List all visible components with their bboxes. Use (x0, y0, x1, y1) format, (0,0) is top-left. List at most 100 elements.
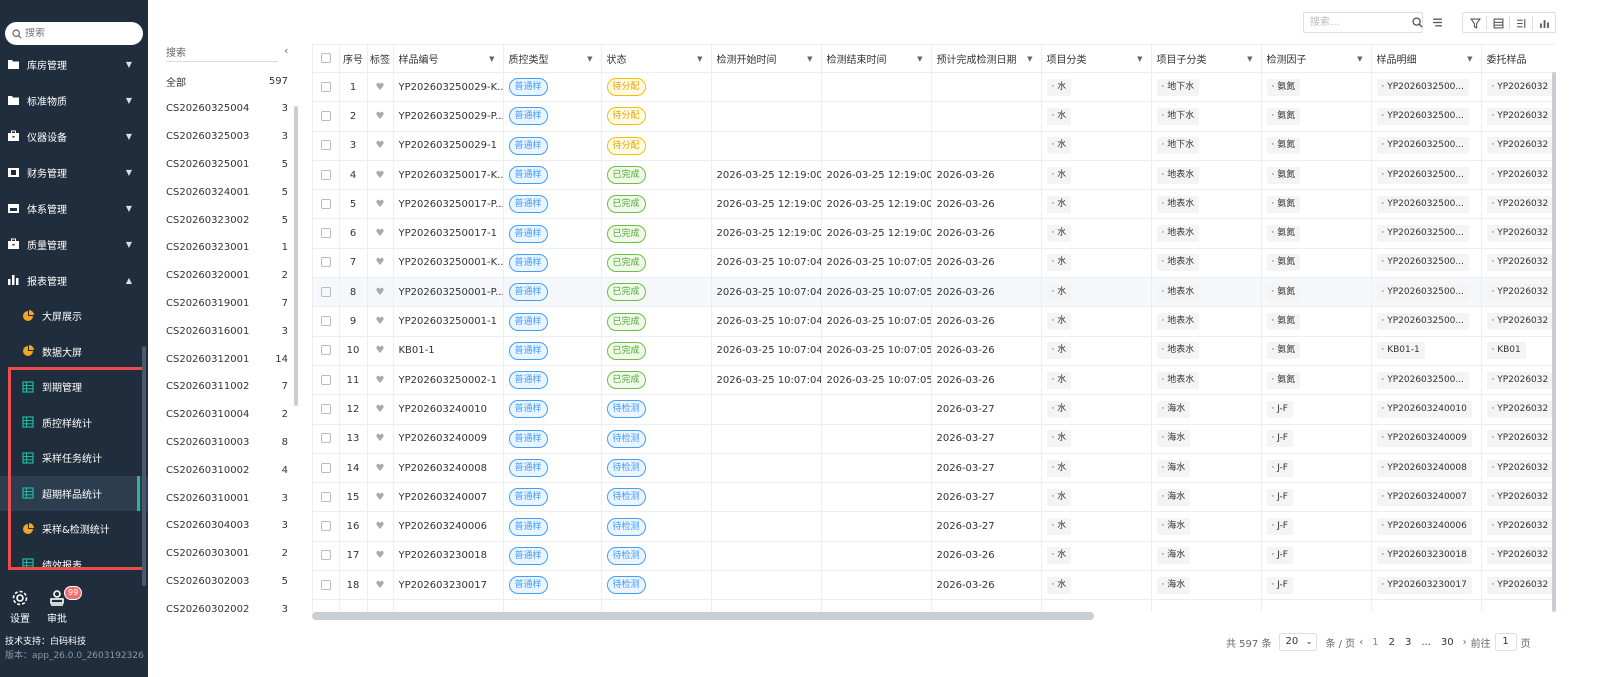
table-row[interactable]: 12 ♥ YP202603240010 普通样 待检测 2026-03-27 · 水 · 海水… (313, 394, 1556, 425)
sort-caret-icon[interactable]: ▼ (1357, 55, 1362, 63)
batch-list-item[interactable]: CS20260302003 5 (166, 571, 288, 591)
tag-icon[interactable]: ♥ (376, 140, 385, 151)
row-checkbox[interactable] (320, 550, 331, 561)
table-horizontal-scrollbar[interactable] (312, 612, 1094, 620)
menu-item-1[interactable]: 标准物质 ▼ (0, 82, 148, 118)
page-number[interactable]: 30 (1441, 637, 1454, 648)
submenu-item-4[interactable]: 采样任务统计 (0, 440, 148, 476)
tag-icon[interactable]: ♥ (376, 463, 385, 474)
sort-caret-icon[interactable]: ▼ (917, 55, 922, 63)
next-page-button[interactable]: › (1463, 637, 1467, 648)
sort-caret-icon[interactable]: ▼ (807, 55, 812, 63)
table-vertical-scrollbar[interactable] (1552, 72, 1556, 612)
approval-button[interactable]: 99 审批 (37, 586, 83, 625)
submenu-item-6[interactable]: 采样&检测统计 (0, 511, 148, 547)
tag-icon[interactable]: ♥ (376, 170, 385, 181)
tag-icon[interactable]: ♥ (376, 287, 385, 298)
tag-icon[interactable]: ♥ (376, 228, 385, 239)
col-header[interactable]: 样品编号 ▼ (393, 44, 504, 73)
batch-list-item[interactable]: CS20260320001 2 (166, 266, 288, 286)
filter-button[interactable] (1465, 13, 1485, 34)
table-row[interactable]: 18 ♥ YP202603230017 普通样 待检测 2026-03-26 · 水 · 海水… (313, 570, 1556, 601)
table-row[interactable]: 14 ♥ YP202603240008 普通样 待检测 2026-03-27 · 水 · 海水… (313, 453, 1556, 484)
sort-button[interactable] (1511, 13, 1531, 34)
row-checkbox[interactable] (320, 462, 331, 473)
tag-icon[interactable]: ♥ (376, 199, 385, 210)
batch-list-item[interactable]: CS20260325001 5 (166, 154, 288, 174)
tag-icon[interactable]: ♥ (376, 580, 385, 591)
table-row[interactable]: 3 ♥ YP202603250029-1 普通样 待分配 · 水 · 地下水 · 氨氮 · YP… (313, 131, 1556, 161)
submenu-item-3[interactable]: 质控样统计 (0, 405, 148, 441)
row-checkbox[interactable] (320, 316, 331, 327)
sort-caret-icon[interactable]: ▼ (489, 55, 494, 63)
batch-list-item[interactable]: CS20260325003 3 (166, 127, 288, 147)
col-header[interactable]: 检测开始时间 ▼ (711, 44, 822, 73)
row-checkbox[interactable] (320, 110, 331, 121)
col-header[interactable]: 项目分类 ▼ (1041, 44, 1152, 73)
table-row[interactable]: 2 ♥ YP202603250029-P... 普通样 待分配 · 水 · 地下水 · 氨氮 ·… (313, 101, 1556, 132)
row-checkbox[interactable] (320, 579, 331, 590)
tag-icon[interactable]: ♥ (376, 375, 385, 386)
tag-icon[interactable]: ♥ (376, 111, 385, 122)
table-row[interactable]: 9 ♥ YP202603250001-1 普通样 已完成 2026-03-25 10:07… (313, 306, 1556, 337)
row-checkbox[interactable] (320, 257, 331, 268)
prev-page-button[interactable]: ‹ (1359, 637, 1363, 648)
tag-icon[interactable]: ♥ (376, 82, 385, 93)
tag-icon[interactable]: ♥ (376, 433, 385, 444)
search-button[interactable] (1407, 12, 1427, 33)
table-row[interactable]: 7 ♥ YP202603250001-K... 普通样 已完成 2026-03-25 10… (313, 248, 1556, 279)
table-row[interactable]: 6 ♥ YP202603250017-1 普通样 已完成 2026-03-25 12:19… (313, 218, 1556, 249)
batch-list-item[interactable]: CS20260310002 4 (166, 460, 288, 480)
row-checkbox[interactable] (320, 521, 331, 532)
menu-item-3[interactable]: 财务管理 ▼ (0, 154, 148, 190)
batch-list-scrollbar[interactable] (294, 106, 298, 406)
tag-icon[interactable]: ♥ (376, 404, 385, 415)
batch-list-item[interactable]: CS20260324001 5 (166, 182, 288, 202)
layout-button[interactable] (1488, 13, 1508, 34)
table-row[interactable]: 4 ♥ YP202603250017-K... 普通样 已完成 2026-03-25 12… (313, 160, 1556, 191)
menu-item-2[interactable]: 仪器设备 ▼ (0, 118, 148, 154)
table-row[interactable]: 16 ♥ YP202603240006 普通样 待检测 2026-03-27 · 水 · 海水… (313, 511, 1556, 542)
menu-item-4[interactable]: 体系管理 ▼ (0, 190, 148, 226)
batch-list-item[interactable]: CS20260319001 7 (166, 293, 288, 313)
sidebar-search-input[interactable] (25, 28, 135, 39)
row-checkbox[interactable] (320, 345, 331, 356)
sort-caret-icon[interactable]: ▼ (587, 55, 592, 63)
submenu-item-7[interactable]: 绩效报表 (0, 547, 148, 583)
batch-list-item[interactable]: CS20260312001 14 (166, 349, 288, 369)
submenu-item-2[interactable]: 到期管理 (0, 369, 148, 405)
batch-list-item[interactable]: CS20260325004 3 (166, 99, 288, 119)
tag-icon[interactable]: ♥ (376, 345, 385, 356)
col-header[interactable]: 状态 ▼ (601, 44, 712, 73)
row-checkbox[interactable] (320, 228, 331, 239)
advanced-search-button[interactable] (1427, 12, 1447, 33)
table-row[interactable]: 13 ♥ YP202603240009 普通样 待检测 2026-03-27 · 水 · 海水… (313, 424, 1556, 454)
row-checkbox[interactable] (320, 169, 331, 180)
row-checkbox[interactable] (320, 403, 331, 414)
collapse-icon[interactable]: ‹ (284, 44, 288, 57)
chart-button[interactable] (1534, 13, 1554, 34)
submenu-item-0[interactable]: 大屏展示 (0, 298, 148, 334)
row-checkbox[interactable] (320, 491, 331, 502)
tag-icon[interactable]: ♥ (376, 316, 385, 327)
tag-icon[interactable]: ♥ (376, 521, 385, 532)
tag-icon[interactable]: ♥ (376, 550, 385, 561)
settings-button[interactable]: 设置 (0, 586, 40, 625)
table-row[interactable]: 17 ♥ YP202603230018 普通样 待检测 2026-03-26 · 水 · 海水… (313, 541, 1556, 572)
sidebar-scrollbar[interactable] (142, 346, 146, 586)
table-row[interactable]: 8 ♥ YP202603250001-P... 普通样 已完成 2026-03-25 10… (313, 277, 1556, 308)
row-checkbox[interactable] (320, 374, 331, 385)
tag-icon[interactable]: ♥ (376, 492, 385, 503)
page-number[interactable]: 2 (1389, 637, 1395, 648)
page-number[interactable]: 1 (1372, 637, 1378, 648)
row-checkbox[interactable] (320, 140, 331, 151)
select-all-checkbox[interactable] (320, 53, 331, 63)
table-row[interactable] (313, 599, 1556, 612)
sidebar-search[interactable] (5, 22, 143, 45)
goto-page-input[interactable]: 1 (1494, 633, 1517, 651)
col-header[interactable]: 委托样品 (1481, 44, 1556, 73)
batch-list-item[interactable]: CS20260311002 7 (166, 377, 288, 397)
col-header[interactable]: 预计完成检测日期 ▼ (931, 44, 1042, 73)
table-row[interactable]: 5 ♥ YP202603250017-P... 普通样 已完成 2026-03-25 12… (313, 189, 1556, 220)
col-header[interactable]: 质控类型 ▼ (503, 44, 602, 73)
